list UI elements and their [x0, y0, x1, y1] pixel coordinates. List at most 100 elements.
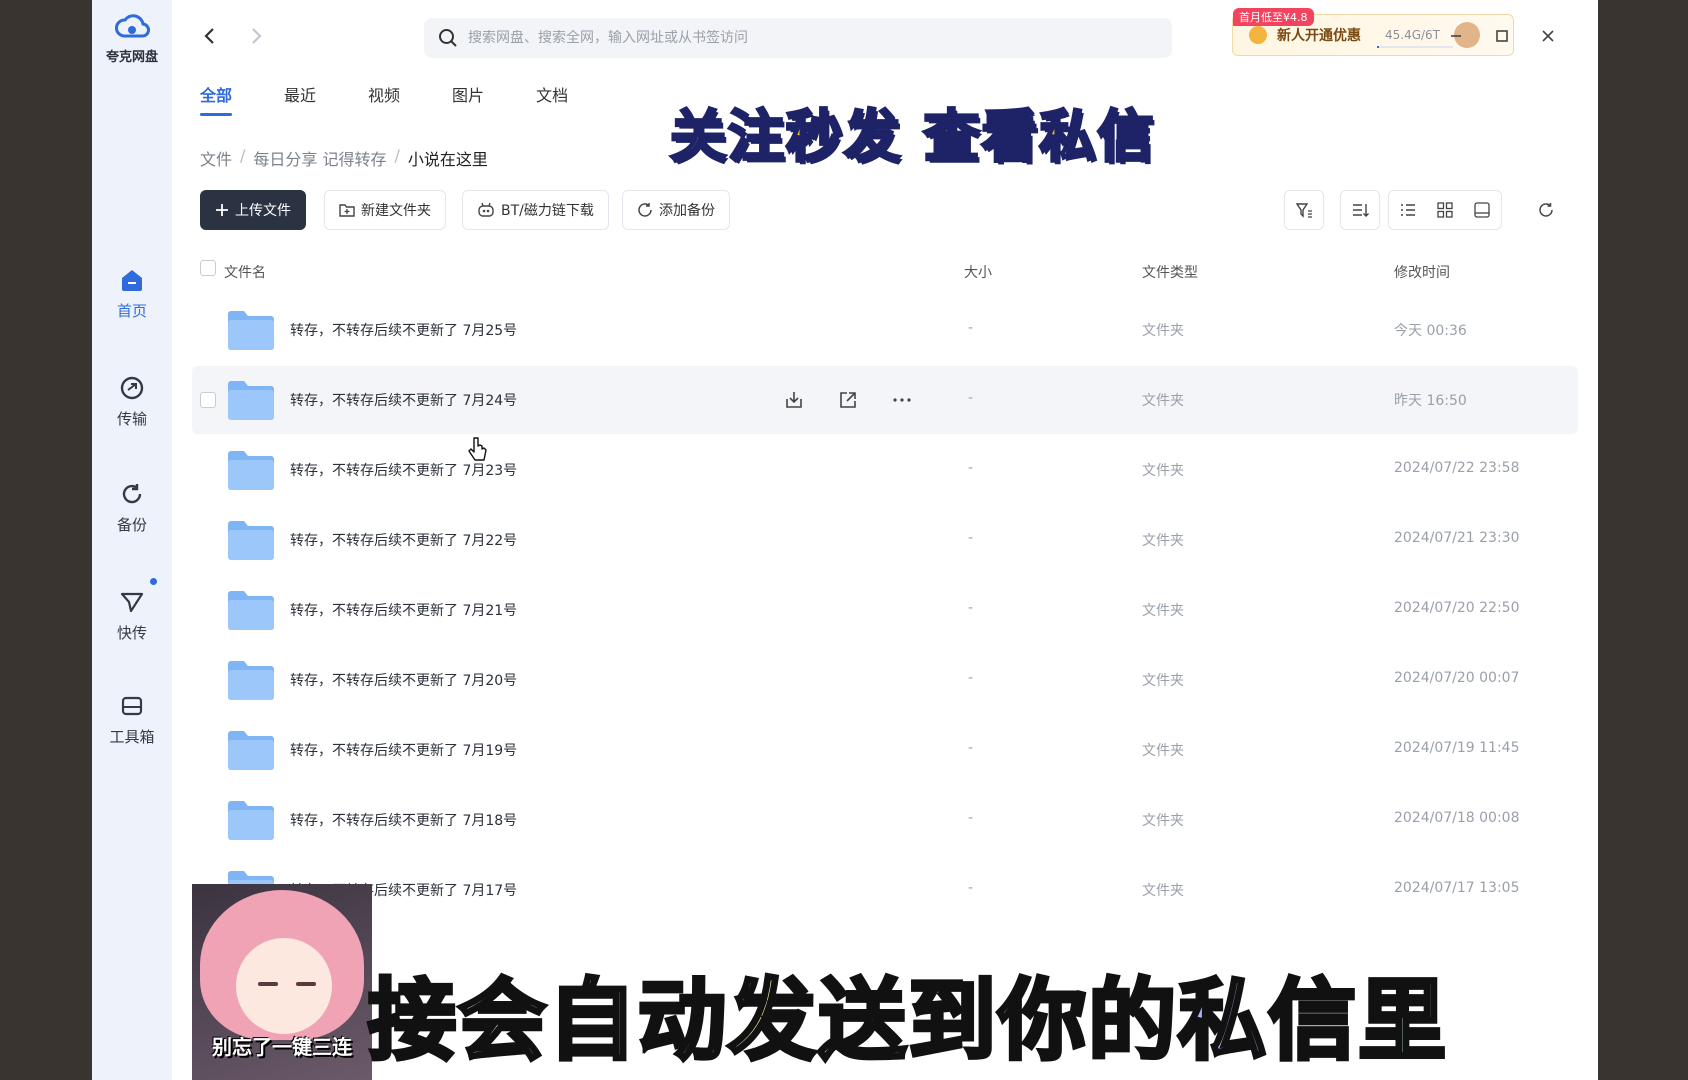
- table-row[interactable]: 转存，不转存后续不更新了 7月22号 - 文件夹 2024/07/21 23:30: [192, 506, 1578, 574]
- tab-images[interactable]: 图片: [452, 82, 484, 114]
- close-icon: [1542, 30, 1554, 42]
- table-row[interactable]: 转存，不转存后续不更新了 7月21号 - 文件夹 2024/07/20 22:50: [192, 576, 1578, 644]
- back-button[interactable]: [198, 22, 222, 50]
- column-header-size[interactable]: 大小: [964, 262, 992, 282]
- folder-icon: [228, 520, 274, 560]
- table-row[interactable]: 转存，不转存后续不更新了 7月23号 - 文件夹 2024/07/22 23:58: [192, 436, 1578, 504]
- app-window: 夸克网盘 首页 传输 备份 快传 工具箱 搜索网盘、搜索全网，输入网址或从书签访…: [92, 0, 1598, 1080]
- select-all-checkbox[interactable]: [200, 260, 216, 276]
- file-name[interactable]: 转存，不转存后续不更新了 7月22号: [290, 530, 517, 550]
- tab-all[interactable]: 全部: [200, 82, 233, 116]
- app-logo[interactable]: 夸克网盘: [92, 10, 172, 65]
- sort-button[interactable]: [1340, 190, 1380, 230]
- sidebar: 夸克网盘 首页 传输 备份 快传 工具箱: [92, 0, 172, 1080]
- close-button[interactable]: [1532, 20, 1564, 52]
- share-button[interactable]: [836, 388, 860, 412]
- subtitle-char: 会: [456, 967, 549, 1074]
- sidebar-item-toolbox[interactable]: 工具箱: [92, 692, 172, 747]
- toolbar: 上传文件 新建文件夹 BT/磁力链下载 添加备份: [200, 190, 1578, 230]
- table-row[interactable]: 转存，不转存后续不更新了 7月18号 - 文件夹 2024/07/18 00:08: [192, 786, 1578, 854]
- coin-icon: [1249, 26, 1267, 44]
- file-modified: 2024/07/20 00:07: [1394, 670, 1520, 686]
- sidebar-item-backup[interactable]: 备份: [92, 480, 172, 535]
- backup-icon: [637, 202, 653, 218]
- file-type: 文件夹: [1142, 813, 1184, 829]
- row-checkbox[interactable]: [200, 392, 216, 408]
- breadcrumb-item[interactable]: 每日分享 记得转存: [253, 146, 386, 170]
- file-size: -: [968, 810, 974, 826]
- table-row[interactable]: 转存，不转存后续不更新了 7月19号 - 文件夹 2024/07/19 11:45: [192, 716, 1578, 784]
- file-type: 文件夹: [1142, 673, 1184, 689]
- breadcrumb-item[interactable]: 文件: [200, 146, 232, 170]
- sidebar-item-quick-send[interactable]: 快传: [92, 578, 172, 643]
- add-backup-label: 添加备份: [659, 203, 715, 219]
- table-row[interactable]: 转存，不转存后续不更新了 7月25号 - 文件夹 今天 00:36: [192, 296, 1578, 364]
- file-size: -: [968, 880, 974, 896]
- search-bar[interactable]: [424, 18, 1172, 58]
- camera-caption: 别忘了一键三连: [212, 1035, 352, 1059]
- tab-video[interactable]: 视频: [368, 82, 400, 114]
- file-name[interactable]: 转存，不转存后续不更新了 7月25号: [290, 320, 517, 340]
- new-folder-button[interactable]: 新建文件夹: [324, 190, 446, 230]
- file-name[interactable]: 转存，不转存后续不更新了 7月20号: [290, 670, 517, 690]
- file-name[interactable]: 转存，不转存后续不更新了 7月21号: [290, 600, 517, 620]
- sidebar-item-label: 工具箱: [109, 728, 155, 746]
- file-type: 文件夹: [1142, 393, 1184, 409]
- mouse-cursor: [468, 437, 487, 461]
- add-backup-button[interactable]: 添加备份: [622, 190, 730, 230]
- file-name[interactable]: 转存，不转存后续不更新了 7月24号: [290, 390, 517, 410]
- minimize-button[interactable]: [1440, 20, 1472, 52]
- file-name[interactable]: 转存，不转存后续不更新了 7月18号: [290, 810, 517, 830]
- tab-recent[interactable]: 最近: [284, 82, 316, 114]
- breadcrumb: 文件 / 每日分享 记得转存 / 小说在这里: [200, 146, 488, 170]
- subtitle-char: 发: [726, 967, 819, 1074]
- table-row[interactable]: 转存，不转存后续不更新了 7月24号 - 文件夹 昨天 16:50: [192, 366, 1578, 434]
- storage-text: 45.4G/6T: [1385, 28, 1441, 42]
- preview-view-button[interactable]: [1464, 191, 1501, 229]
- backup-icon: [118, 480, 146, 508]
- file-type: 文件夹: [1142, 323, 1184, 339]
- more-button[interactable]: [890, 388, 914, 412]
- search-input[interactable]: [468, 30, 1068, 46]
- file-modified: 2024/07/17 13:05: [1394, 880, 1520, 896]
- subtitle-char: 你: [996, 967, 1089, 1074]
- title-bar: 首月低至¥4.8 新人开通优惠 45.4G/6T: [172, 0, 1598, 72]
- file-type: 文件夹: [1142, 883, 1184, 899]
- file-name[interactable]: 转存，不转存后续不更新了 7月19号: [290, 740, 517, 760]
- table-row[interactable]: 转存，不转存后续不更新了 7月20号 - 文件夹 2024/07/20 00:07: [192, 646, 1578, 714]
- column-header-name[interactable]: 文件名: [224, 262, 266, 282]
- more-icon: [893, 398, 911, 402]
- download-icon: [786, 392, 802, 408]
- subtitle-char: 自: [546, 967, 639, 1074]
- maximize-icon: [1496, 30, 1508, 42]
- column-header-type[interactable]: 文件类型: [1142, 262, 1198, 282]
- file-size: -: [968, 530, 974, 546]
- list-view-button[interactable]: [1389, 191, 1426, 229]
- tab-documents[interactable]: 文档: [536, 82, 568, 114]
- sidebar-item-transfer[interactable]: 传输: [92, 374, 172, 429]
- share-icon: [840, 392, 856, 408]
- file-modified: 2024/07/22 23:58: [1394, 460, 1520, 476]
- sidebar-item-home[interactable]: 首页: [92, 266, 172, 321]
- bt-download-button[interactable]: BT/磁力链下载: [462, 190, 609, 230]
- forward-button[interactable]: [244, 22, 268, 50]
- folder-icon: [228, 450, 274, 490]
- file-modified: 今天 00:36: [1394, 323, 1467, 339]
- upload-label: 上传文件: [235, 203, 291, 219]
- download-button[interactable]: [782, 388, 806, 412]
- refresh-button[interactable]: [1526, 190, 1566, 230]
- file-category-tabs: 全部 最近 视频 图片 文档: [200, 82, 620, 116]
- subtitle-char: 信: [1266, 967, 1359, 1074]
- character-eye: [258, 982, 278, 986]
- preview-view-icon: [1474, 202, 1490, 218]
- table-row[interactable]: 转存，不转存后续不更新了 7月17号 - 文件夹 2024/07/17 13:05: [192, 856, 1578, 924]
- grid-view-button[interactable]: [1426, 191, 1463, 229]
- file-type: 文件夹: [1142, 463, 1184, 479]
- file-type: 文件夹: [1142, 533, 1184, 549]
- subtitle-text: 接会自动发送到你的私信里: [366, 967, 1448, 1074]
- file-size: -: [968, 460, 974, 476]
- filter-button[interactable]: [1284, 190, 1324, 230]
- maximize-button[interactable]: [1486, 20, 1518, 52]
- upload-button[interactable]: 上传文件: [200, 190, 306, 230]
- column-header-modified[interactable]: 修改时间: [1394, 262, 1450, 282]
